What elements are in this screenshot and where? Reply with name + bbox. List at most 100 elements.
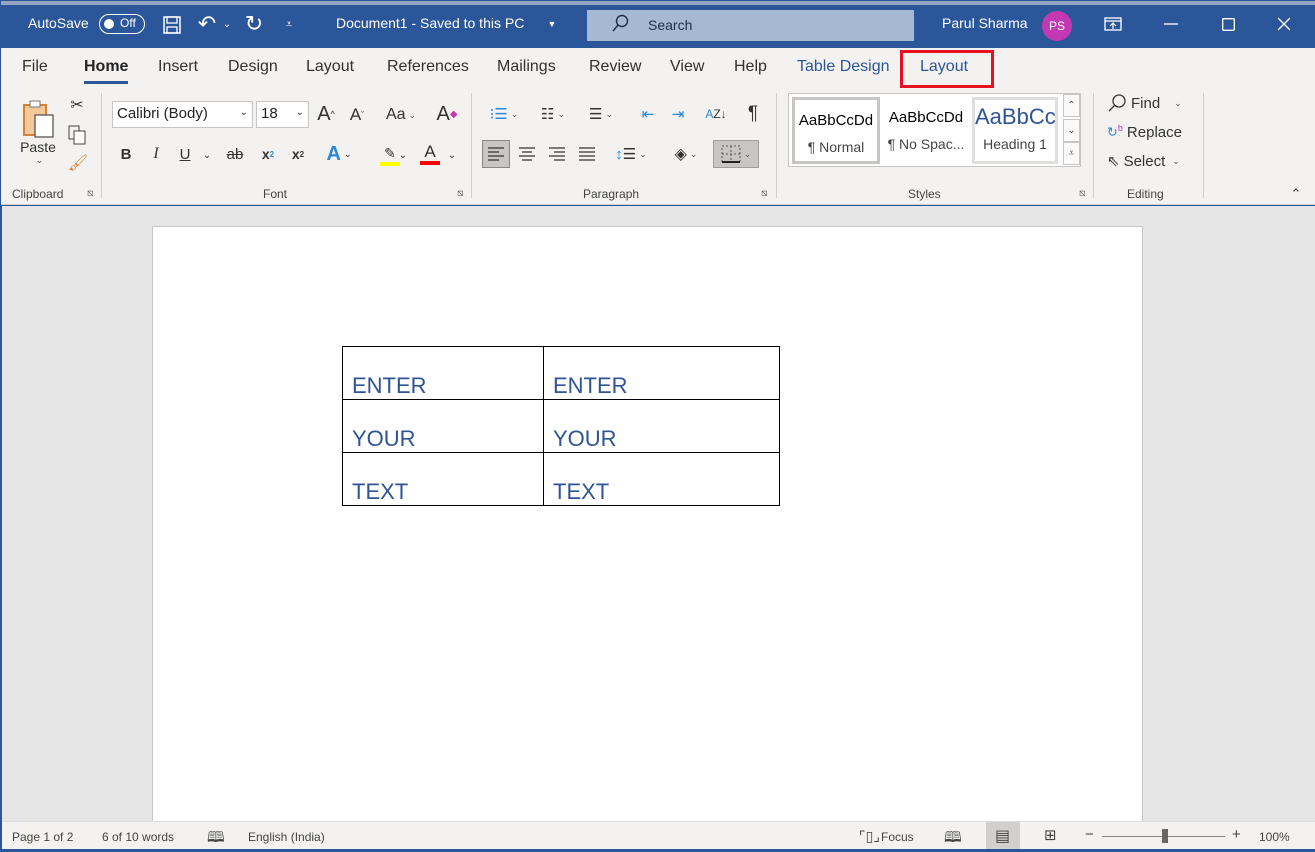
font-launcher-icon[interactable]: ⧅ <box>457 188 463 199</box>
strikethrough-icon[interactable]: ab <box>223 143 247 165</box>
decrease-indent-icon[interactable]: ⇤ <box>637 102 659 126</box>
increase-indent-icon[interactable]: ⇥ <box>667 102 689 126</box>
collapse-ribbon-icon[interactable]: ⌃ <box>1287 186 1305 202</box>
font-group-label: Font <box>263 187 288 201</box>
focus-button[interactable]: Focus <box>881 830 914 844</box>
search-box[interactable]: Search <box>587 10 914 41</box>
table-cell[interactable]: YOUR <box>543 399 780 453</box>
paragraph-launcher-icon[interactable]: ⧅ <box>761 188 767 199</box>
table-cell[interactable]: TEXT <box>543 452 780 506</box>
document-page[interactable]: ENTER ENTER YOUR YOUR TEXT TEXT <box>152 226 1143 826</box>
tab-references[interactable]: References <box>387 58 469 76</box>
text-effects-button[interactable]: A ⌄ <box>321 142 357 166</box>
underline-dropdown-icon[interactable]: ⌄ <box>201 145 213 165</box>
align-center-button[interactable] <box>514 140 540 168</box>
grow-font-icon[interactable]: A ^ <box>314 102 338 126</box>
clipboard-launcher-icon[interactable]: ⧅ <box>87 188 93 199</box>
tab-file[interactable]: File <box>22 58 48 76</box>
tab-view[interactable]: View <box>670 58 704 76</box>
close-icon[interactable] <box>1274 15 1294 33</box>
maximize-icon[interactable] <box>1218 15 1238 33</box>
cut-icon[interactable]: ✂ <box>67 94 87 116</box>
save-icon[interactable] <box>161 13 183 37</box>
align-right-button[interactable] <box>544 140 570 168</box>
underline-icon[interactable]: U <box>176 143 194 165</box>
table-cell[interactable]: YOUR <box>342 399 544 453</box>
clear-formatting-icon[interactable]: A ◆ <box>435 102 459 126</box>
find-button[interactable]: Find ⌄ <box>1107 91 1182 115</box>
multilevel-list-button[interactable]: ☰ ⌄ <box>581 102 621 126</box>
undo-dropdown-icon[interactable]: ⌄ <box>221 15 233 33</box>
ribbon-display-icon[interactable] <box>1102 15 1124 33</box>
tab-help[interactable]: Help <box>734 58 767 76</box>
show-formatting-marks-icon[interactable]: ¶ <box>742 101 764 127</box>
title-dropdown-icon[interactable]: ▼ <box>546 17 558 31</box>
style-normal[interactable]: AaBbCcDd ¶ Normal <box>792 97 880 164</box>
bullets-button[interactable]: ⁝☰ ⌄ <box>484 102 524 126</box>
table-cell[interactable]: ENTER <box>543 346 780 400</box>
subscript-icon[interactable]: x2 <box>257 143 279 165</box>
table-cell[interactable]: ENTER <box>342 346 544 400</box>
zoom-out-icon[interactable]: − <box>1085 826 1094 843</box>
numbering-button[interactable]: ☷ ⌄ <box>533 102 573 126</box>
user-name[interactable]: Parul Sharma <box>942 15 1028 31</box>
paste-button[interactable]: Paste ⌄ <box>16 92 60 172</box>
tab-review[interactable]: Review <box>589 58 641 76</box>
tab-mailings[interactable]: Mailings <box>497 58 556 76</box>
focus-icon[interactable]: ⌜▯⌟ <box>859 828 880 845</box>
tab-insert[interactable]: Insert <box>158 58 198 76</box>
format-painter-icon[interactable]: 🖌 <box>67 152 89 174</box>
autosave-toggle[interactable]: Off <box>99 14 145 34</box>
font-size-select[interactable]: 18 ⌄ <box>256 101 309 128</box>
superscript-icon[interactable]: x2 <box>287 143 309 165</box>
borders-button[interactable]: ⌄ <box>713 140 759 168</box>
undo-icon[interactable]: ↶ <box>195 11 219 37</box>
styles-scroll-down[interactable]: ⌄ <box>1063 119 1080 142</box>
redo-icon[interactable]: ↻ <box>241 11 267 37</box>
print-layout-icon[interactable]: ▤ <box>995 826 1010 846</box>
sort-icon[interactable]: A Z↓ <box>703 100 729 128</box>
zoom-slider-thumb[interactable] <box>1162 829 1168 843</box>
customize-qat-icon[interactable]: ⩡ <box>281 15 297 33</box>
language-indicator[interactable]: English (India) <box>248 830 325 844</box>
document-table[interactable]: ENTER ENTER YOUR YOUR TEXT TEXT <box>342 346 780 506</box>
shading-button[interactable]: ◈ ⌄ <box>665 140 707 168</box>
copy-icon[interactable] <box>67 124 87 146</box>
ribbon: Paste ⌄ ✂ 🖌 Clipboard ⧅ Calibri (Body) ⌄… <box>1 88 1315 205</box>
style-preview: AaBbCcDd <box>798 112 874 129</box>
font-color-dropdown-icon[interactable]: ⌄ <box>446 145 458 165</box>
font-color-button[interactable]: A <box>418 140 442 168</box>
bold-icon[interactable]: B <box>117 143 135 165</box>
tab-table-design[interactable]: Table Design <box>797 58 890 76</box>
proofing-icon[interactable]: 🕮 <box>207 827 225 852</box>
font-name-select[interactable]: Calibri (Body) ⌄ <box>112 101 253 128</box>
shrink-font-icon[interactable]: Aˇ <box>346 104 368 126</box>
styles-more[interactable]: ⩡ <box>1063 142 1080 165</box>
styles-launcher-icon[interactable]: ⧅ <box>1079 188 1085 199</box>
style-heading-1[interactable]: AaBbCc Heading 1 <box>972 97 1058 164</box>
document-title[interactable]: Document1 - Saved to this PC <box>336 15 524 31</box>
align-left-button[interactable] <box>482 140 510 168</box>
style-no-spacing[interactable]: AaBbCcDd ¶ No Spac... <box>882 97 970 164</box>
page-count[interactable]: Page 1 of 2 <box>12 830 73 844</box>
tab-layout[interactable]: Layout <box>306 58 354 76</box>
justify-button[interactable] <box>574 140 600 168</box>
italic-icon[interactable]: I <box>147 143 165 165</box>
replace-button[interactable]: ↻b Replace <box>1107 120 1182 144</box>
paste-icon <box>23 100 54 138</box>
minimize-icon[interactable] <box>1161 15 1181 33</box>
word-count[interactable]: 6 of 10 words <box>102 830 174 844</box>
read-mode-icon[interactable]: 🕮 <box>944 827 962 852</box>
change-case-button[interactable]: Aa ⌄ <box>381 103 421 127</box>
styles-scroll-up[interactable]: ⌃ <box>1063 94 1080 117</box>
avatar[interactable]: PS <box>1042 11 1072 41</box>
zoom-in-icon[interactable]: + <box>1232 826 1241 843</box>
table-cell[interactable]: TEXT <box>342 452 544 506</box>
tab-home[interactable]: Home <box>84 58 129 84</box>
highlight-dropdown-icon[interactable]: ⌄ <box>397 145 409 165</box>
tab-design[interactable]: Design <box>228 58 278 76</box>
select-button[interactable]: ⇖ Select ⌄ <box>1107 149 1180 173</box>
zoom-level[interactable]: 100% <box>1259 830 1290 844</box>
web-layout-icon[interactable]: ⊞ <box>1044 826 1057 844</box>
line-spacing-button[interactable]: ↕ ☰ ⌄ <box>610 140 652 168</box>
